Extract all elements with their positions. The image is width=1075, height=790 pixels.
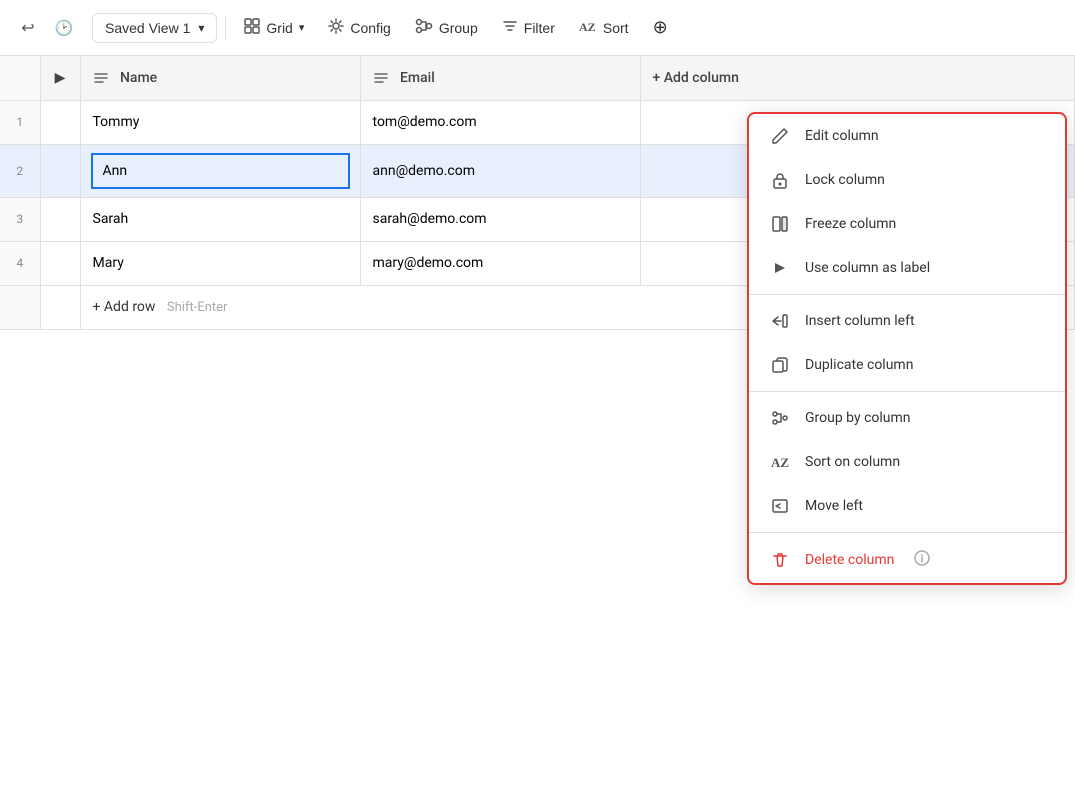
menu-item-delete-column-label: Delete column	[805, 552, 894, 568]
history-button[interactable]: 🕑	[48, 12, 80, 44]
move-left-icon	[769, 497, 791, 515]
selected-cell[interactable]: Ann	[91, 153, 350, 189]
freeze-icon	[769, 215, 791, 233]
trash-icon	[769, 551, 791, 569]
insert-left-icon	[769, 312, 791, 330]
sort-button[interactable]: AZ Sort	[569, 12, 639, 43]
row-num-2: 2	[0, 144, 40, 197]
sort-icon: AZ	[579, 18, 597, 37]
menu-item-lock-column-label: Lock column	[805, 172, 885, 188]
menu-divider-2	[749, 391, 1065, 392]
filter-label: Filter	[524, 20, 555, 36]
row-1-name[interactable]: Tommy	[80, 100, 360, 144]
col-email-label: Email	[400, 70, 435, 86]
group-by-icon	[769, 409, 791, 427]
row-2-email[interactable]: ann@demo.com	[360, 144, 640, 197]
menu-item-move-left-label: Move left	[805, 498, 863, 514]
add-row-arrow	[40, 285, 80, 329]
col-header-name[interactable]: Name	[80, 56, 360, 100]
row-4-name[interactable]: Mary	[80, 241, 360, 285]
arrow-icon: ▶	[55, 70, 66, 86]
grid-icon	[244, 18, 260, 37]
col-header-email[interactable]: Email	[360, 56, 640, 100]
undo-button[interactable]: ↩	[12, 12, 44, 44]
row-1-arrow	[40, 100, 80, 144]
duplicate-icon	[769, 356, 791, 374]
menu-item-delete-column[interactable]: Delete column	[749, 537, 1065, 583]
sort-on-icon: AZ	[769, 453, 791, 471]
grid-view-button[interactable]: Grid ▾	[234, 12, 314, 43]
row-4-arrow	[40, 241, 80, 285]
menu-item-insert-left-label: Insert column left	[805, 313, 915, 329]
add-row-num	[0, 285, 40, 329]
add-column-button[interactable]: + Add column	[640, 56, 1075, 100]
pencil-icon	[769, 127, 791, 145]
name-col-icon	[93, 70, 116, 86]
history-icon: 🕑	[55, 19, 74, 37]
group-button[interactable]: Group	[405, 12, 488, 43]
group-label: Group	[439, 20, 478, 36]
email-col-icon	[373, 70, 396, 86]
separator-1	[225, 16, 226, 40]
row-1-email[interactable]: tom@demo.com	[360, 100, 640, 144]
col-name-label: Name	[120, 70, 157, 86]
grid-label: Grid	[266, 20, 292, 36]
filter-button[interactable]: Filter	[492, 12, 565, 43]
row-2-arrow	[40, 144, 80, 197]
menu-item-insert-left[interactable]: Insert column left	[749, 299, 1065, 343]
lock-icon	[769, 171, 791, 189]
dropdown-icon: ▾	[198, 21, 204, 35]
sort-label: Sort	[603, 20, 629, 36]
row-num-4: 4	[0, 241, 40, 285]
menu-item-group-by[interactable]: Group by column	[749, 396, 1065, 440]
menu-item-move-left[interactable]: Move left	[749, 484, 1065, 528]
row-num-header	[0, 56, 40, 100]
menu-divider-1	[749, 294, 1065, 295]
row-num-1: 1	[0, 100, 40, 144]
menu-item-use-as-label-label: Use column as label	[805, 260, 930, 276]
menu-item-group-by-label: Group by column	[805, 410, 911, 426]
row-3-name[interactable]: Sarah	[80, 197, 360, 241]
add-row-shortcut: Shift-Enter	[167, 300, 228, 315]
saved-view-button[interactable]: Saved View 1 ▾	[92, 13, 217, 43]
group-icon	[415, 18, 433, 37]
menu-item-freeze-column[interactable]: Freeze column	[749, 202, 1065, 246]
menu-item-edit-column-label: Edit column	[805, 128, 879, 144]
col-header-arrow[interactable]: ▶	[40, 56, 80, 100]
menu-divider-3	[749, 532, 1065, 533]
arrow-right-icon	[769, 259, 791, 277]
more-icon: ⊕	[653, 17, 668, 38]
row-3-email[interactable]: sarah@demo.com	[360, 197, 640, 241]
add-column-label: + Add column	[653, 70, 739, 86]
grid-container: ▶ Name	[0, 56, 1075, 790]
menu-item-use-as-label[interactable]: Use column as label	[749, 246, 1065, 290]
row-4-email[interactable]: mary@demo.com	[360, 241, 640, 285]
add-row-label[interactable]: + Add row	[93, 299, 156, 315]
info-icon[interactable]	[914, 550, 930, 570]
menu-item-duplicate[interactable]: Duplicate column	[749, 343, 1065, 387]
row-3-arrow	[40, 197, 80, 241]
menu-item-freeze-column-label: Freeze column	[805, 216, 896, 232]
row-num-3: 3	[0, 197, 40, 241]
svg-text:AZ: AZ	[771, 455, 789, 470]
filter-icon	[502, 18, 518, 37]
svg-text:AZ: AZ	[579, 20, 596, 34]
row-2-name[interactable]: Ann	[80, 144, 360, 197]
table-header-row: ▶ Name	[0, 56, 1075, 100]
undo-icon: ↩	[21, 18, 34, 38]
menu-item-lock-column[interactable]: Lock column	[749, 158, 1065, 202]
config-label: Config	[350, 20, 390, 36]
saved-view-label: Saved View 1	[105, 20, 190, 36]
config-icon	[328, 18, 344, 37]
config-button[interactable]: Config	[318, 12, 400, 43]
more-options-button[interactable]: ⊕	[643, 11, 678, 44]
menu-item-sort-on-label: Sort on column	[805, 454, 900, 470]
grid-dropdown-icon: ▾	[299, 21, 305, 34]
context-menu: Edit column Lock column Freeze column	[747, 112, 1067, 585]
toolbar: ↩ 🕑 Saved View 1 ▾ Grid ▾ Config	[0, 0, 1075, 56]
menu-item-duplicate-label: Duplicate column	[805, 357, 913, 373]
menu-item-edit-column[interactable]: Edit column	[749, 114, 1065, 158]
menu-item-sort-on[interactable]: AZ Sort on column	[749, 440, 1065, 484]
